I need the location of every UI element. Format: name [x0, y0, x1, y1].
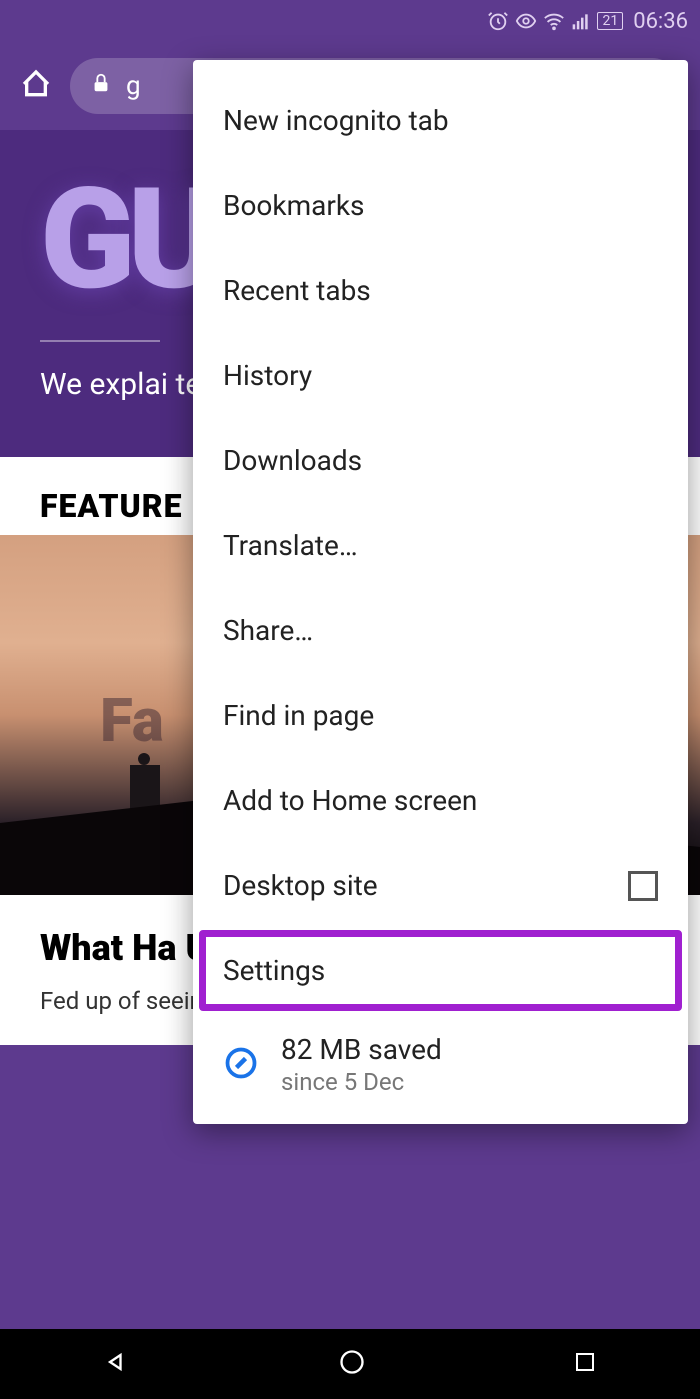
image-overlay-text: Fa [100, 685, 164, 756]
back-icon[interactable] [103, 1348, 131, 1380]
alarm-icon [487, 10, 509, 32]
saver-since: since 5 Dec [281, 1068, 442, 1096]
battery-level: 21 [597, 12, 623, 30]
status-time: 06:36 [633, 9, 688, 34]
menu-find-in-page[interactable]: Find in page [193, 673, 688, 758]
status-bar: 21 06:36 [0, 0, 700, 42]
data-saver-info[interactable]: 82 MB saved since 5 Dec [193, 1013, 688, 1106]
menu-recent-tabs[interactable]: Recent tabs [193, 248, 688, 333]
home-circle-icon[interactable] [338, 1348, 366, 1380]
desktop-site-checkbox[interactable] [628, 871, 658, 901]
menu-settings[interactable]: Settings [193, 928, 688, 1013]
menu-bookmarks[interactable]: Bookmarks [193, 163, 688, 248]
wifi-icon [543, 10, 565, 32]
divider [40, 340, 160, 342]
menu-downloads[interactable]: Downloads [193, 418, 688, 503]
home-icon[interactable] [20, 68, 52, 104]
menu-translate[interactable]: Translate… [193, 503, 688, 588]
data-saver-icon [223, 1045, 259, 1085]
recent-apps-icon[interactable] [573, 1350, 597, 1378]
menu-share[interactable]: Share… [193, 588, 688, 673]
menu-desktop-site[interactable]: Desktop site [193, 843, 688, 928]
signal-icon [571, 11, 591, 31]
menu-history[interactable]: History [193, 333, 688, 418]
android-nav-bar [0, 1329, 700, 1399]
menu-add-to-home[interactable]: Add to Home screen [193, 758, 688, 843]
menu-new-incognito[interactable]: New incognito tab [193, 78, 688, 163]
browser-menu: New incognito tab Bookmarks Recent tabs … [193, 60, 688, 1124]
url-text: g [126, 71, 141, 101]
lock-icon [90, 71, 112, 101]
saver-amount: 82 MB saved [281, 1033, 442, 1066]
eye-icon [515, 10, 537, 32]
